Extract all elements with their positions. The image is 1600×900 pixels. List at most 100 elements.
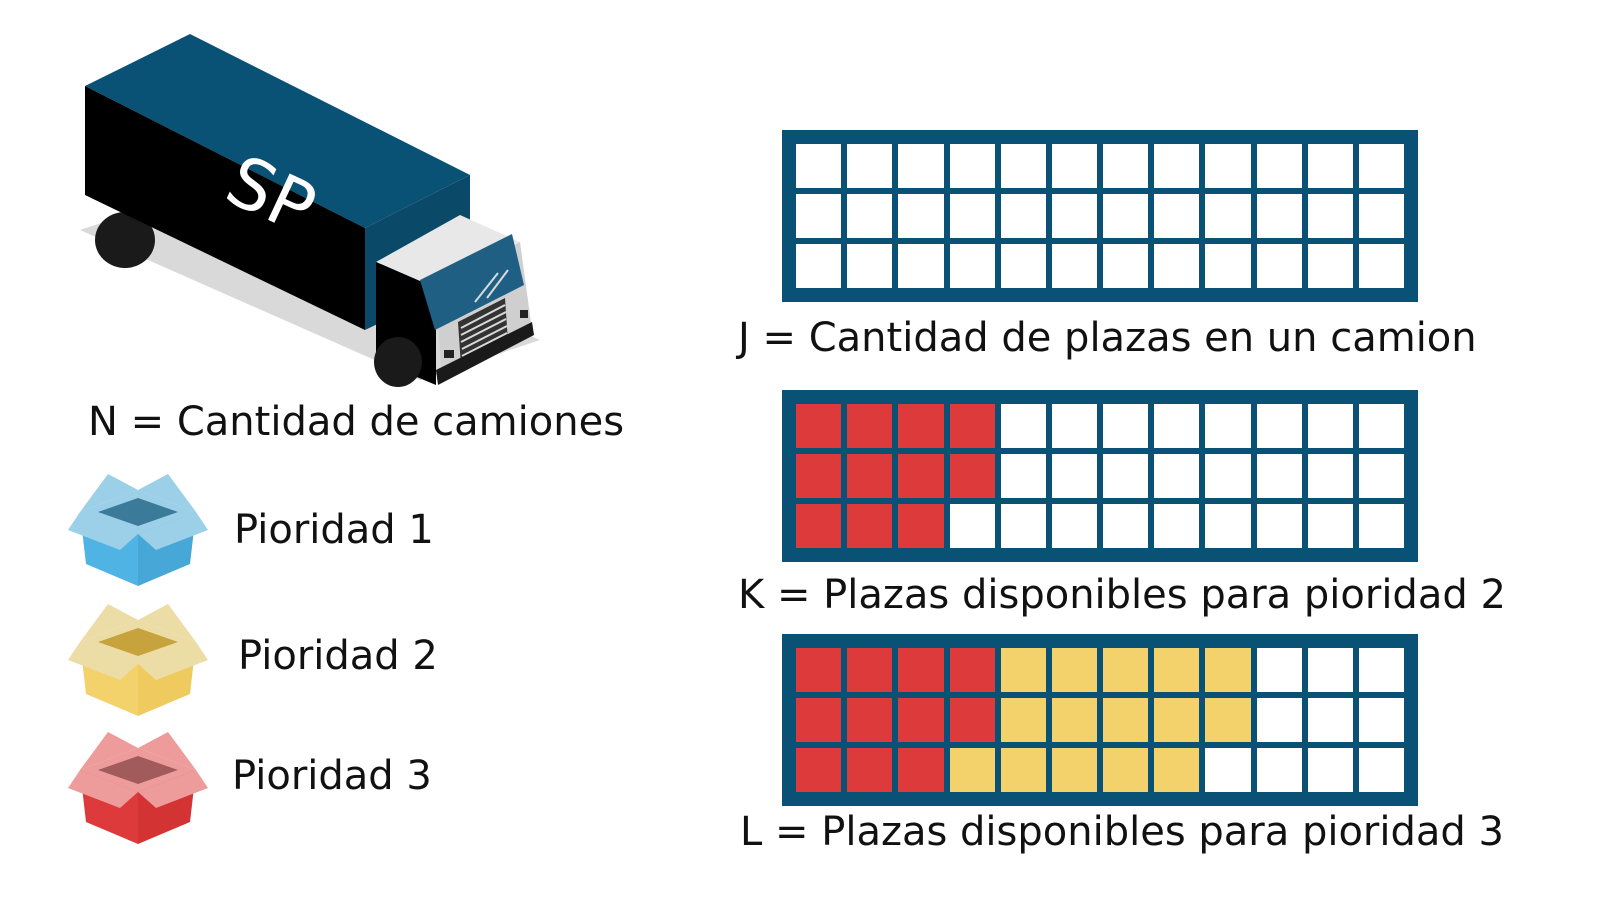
seat-cell (1205, 748, 1251, 792)
seat-cell (1154, 454, 1200, 498)
seat-cell (1154, 244, 1200, 288)
seat-cell (1358, 648, 1404, 692)
seat-cell (898, 698, 944, 742)
seat-cell (1051, 194, 1097, 238)
seat-cell (1154, 648, 1200, 692)
seat-cell (898, 194, 944, 238)
seat-grid-j (782, 130, 1418, 302)
seat-cell (1205, 194, 1251, 238)
seat-cell (796, 748, 842, 792)
seat-cell (1358, 454, 1404, 498)
priority-1-box-icon (68, 474, 208, 586)
seat-cell (847, 698, 893, 742)
seat-cell (796, 698, 842, 742)
seat-cell (1256, 244, 1302, 288)
seat-cell (949, 648, 995, 692)
seat-cell (1051, 144, 1097, 188)
seat-cell (1000, 144, 1046, 188)
seat-cell (1205, 454, 1251, 498)
seat-cell (847, 748, 893, 792)
label-l: L = Plazas disponibles para pioridad 3 (740, 809, 1504, 855)
seat-cell (1103, 244, 1149, 288)
seat-cell (898, 504, 944, 548)
seat-cell (1358, 194, 1404, 238)
seat-cell (898, 648, 944, 692)
seat-cell (1205, 504, 1251, 548)
label-j: J = Cantidad de plazas en un camion (738, 315, 1477, 361)
seat-cell (898, 244, 944, 288)
seat-cell (1051, 698, 1097, 742)
seat-cell (1103, 194, 1149, 238)
seat-cell (1103, 748, 1149, 792)
seat-cell (1154, 144, 1200, 188)
seat-cell (796, 454, 842, 498)
seat-cell (1256, 504, 1302, 548)
seat-cell (1051, 244, 1097, 288)
seat-cell (949, 454, 995, 498)
seat-cell (1103, 404, 1149, 448)
seat-cell (1256, 748, 1302, 792)
seat-cell (1051, 504, 1097, 548)
seat-cell (847, 648, 893, 692)
priority-1-label: Pioridad 1 (234, 507, 434, 553)
seat-cell (1205, 648, 1251, 692)
seat-cell (1358, 504, 1404, 548)
seat-cell (949, 698, 995, 742)
seat-cell (1154, 194, 1200, 238)
seat-cell (1103, 504, 1149, 548)
seat-cell (1307, 194, 1353, 238)
seat-cell (1103, 648, 1149, 692)
label-n: N = Cantidad de camiones (88, 399, 625, 445)
seat-cell (847, 244, 893, 288)
seat-cell (1307, 648, 1353, 692)
seat-cell (949, 504, 995, 548)
seat-cell (1103, 454, 1149, 498)
seat-cell (796, 194, 842, 238)
seat-cell (1154, 404, 1200, 448)
seat-cell (1358, 144, 1404, 188)
seat-cell (1307, 244, 1353, 288)
seat-cell (898, 404, 944, 448)
seat-cell (1103, 698, 1149, 742)
seat-cell (1051, 404, 1097, 448)
seat-cell (1000, 648, 1046, 692)
seat-cell (1000, 748, 1046, 792)
seat-cell (1205, 698, 1251, 742)
seat-cell (1307, 748, 1353, 792)
seat-cell (898, 748, 944, 792)
seat-cell (1051, 748, 1097, 792)
seat-cell (1154, 698, 1200, 742)
seat-cell (847, 504, 893, 548)
seat-cell (796, 244, 842, 288)
seat-cell (949, 144, 995, 188)
seat-cell (1307, 454, 1353, 498)
seat-cell (1205, 244, 1251, 288)
seat-cell (1000, 504, 1046, 548)
seat-cell (1000, 454, 1046, 498)
seat-cell (1256, 144, 1302, 188)
seat-cell (1051, 454, 1097, 498)
seat-cell (1000, 244, 1046, 288)
seat-cell (1256, 648, 1302, 692)
seat-cell (1205, 404, 1251, 448)
seat-cell (1000, 698, 1046, 742)
seat-cell (1154, 504, 1200, 548)
seat-cell (796, 648, 842, 692)
seat-cell (1051, 648, 1097, 692)
seat-cell (847, 144, 893, 188)
priority-3-box-icon (68, 732, 208, 844)
seat-cell (949, 404, 995, 448)
seat-cell (949, 194, 995, 238)
seat-cell (1000, 194, 1046, 238)
seat-cell (898, 144, 944, 188)
seat-cell (1307, 504, 1353, 548)
priority-2-box-icon (68, 604, 208, 716)
seat-cell (1000, 404, 1046, 448)
seat-cell (796, 504, 842, 548)
seat-cell (1358, 748, 1404, 792)
seat-cell (1358, 244, 1404, 288)
seat-cell (796, 144, 842, 188)
label-k: K = Plazas disponibles para pioridad 2 (738, 572, 1506, 618)
seat-cell (1154, 748, 1200, 792)
priority-2-label: Pioridad 2 (238, 633, 438, 679)
